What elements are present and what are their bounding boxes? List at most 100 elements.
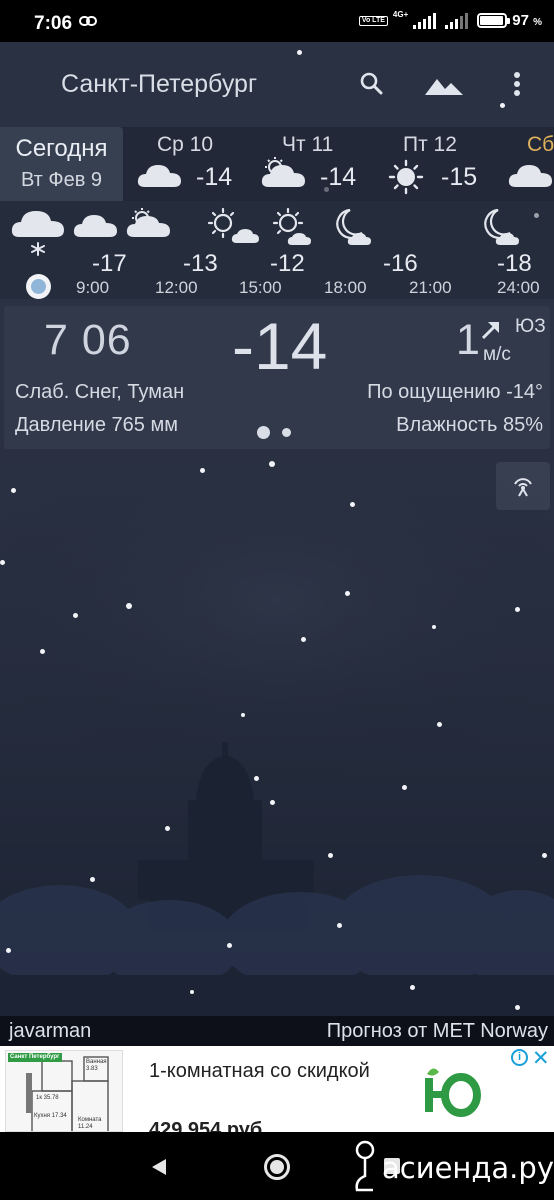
snowflake (165, 826, 170, 831)
network-type: 4G+ (392, 10, 409, 19)
snowflake (11, 488, 16, 493)
back-icon[interactable] (150, 1158, 168, 1176)
page-indicator (257, 426, 291, 439)
wind-direction: ЮЗ (515, 316, 546, 337)
day-item[interactable]: Ср 10 -14 (137, 127, 257, 201)
snowflake (190, 990, 194, 994)
sun-icon (388, 159, 424, 195)
snowflake (432, 625, 436, 629)
search-icon[interactable] (352, 66, 392, 102)
sun-cloud-icon (272, 207, 311, 245)
snowflake (241, 713, 245, 717)
cloud-icon (508, 165, 552, 187)
photo-author[interactable]: javarman (9, 1020, 91, 1043)
snowflake (126, 603, 132, 609)
hour-temp: -16 (383, 250, 418, 277)
day-item[interactable]: Пт 12 -15 (385, 127, 505, 201)
snowflake (515, 607, 520, 612)
snowflake (437, 722, 442, 727)
radar-button[interactable] (496, 462, 550, 510)
snowflake (227, 943, 232, 948)
hour-time: 9:00 (76, 278, 110, 297)
day-name: Ср 10 (157, 133, 214, 156)
ad-headline[interactable]: 1-комнатная со скидкой (149, 1058, 370, 1085)
snowflake (270, 800, 275, 805)
status-bar: 7:06 Vo LTE 4G+ 97 % (0, 0, 554, 42)
day-temp: -14 (320, 163, 357, 191)
feels-like: По ощущению -14° (367, 381, 543, 403)
hour-time: 15:00 (239, 278, 282, 297)
condition-text: Слаб. Снег, Туман (15, 381, 185, 403)
ad-close-button[interactable]: ✕ (532, 1046, 550, 1071)
more-vert-icon[interactable] (497, 66, 537, 102)
snowflake (542, 853, 547, 858)
day-today[interactable]: Сегодня Вт Фев 9 (0, 127, 123, 201)
day-temp: -15 (441, 163, 478, 191)
sun-cloud-icon (207, 207, 259, 243)
hour-time: 18:00 (324, 278, 367, 297)
signal-icon (445, 12, 469, 29)
cloud-icon (137, 165, 181, 187)
hour-temp: -13 (183, 250, 218, 277)
ad-banner[interactable]: Санкт Петербург Кухня 17.34 Комната 11.2… (0, 1046, 554, 1132)
current-hour-marker (26, 274, 51, 299)
snowflake (402, 785, 407, 790)
watermark-text: асиенда.ру (382, 1151, 554, 1185)
current-conditions-panel[interactable]: 7 06 -14 1 ЮЗ м/с Слаб. Снег, Туман По о… (4, 306, 550, 449)
ad-brand-logo[interactable] (417, 1064, 485, 1120)
hour-time: 24:00 (497, 278, 540, 297)
ad-info-icon[interactable]: i (511, 1049, 528, 1066)
plan-label: 1к 35.78 (36, 1095, 59, 1101)
pressure: Давление 765 мм (15, 414, 178, 436)
snowflake (269, 461, 275, 467)
snowflake (410, 985, 415, 990)
snowflake (40, 649, 45, 654)
day-today-date: Вт Фев 9 (20, 169, 103, 191)
hour-time: 12:00 (155, 278, 198, 297)
landscape-icon[interactable] (421, 66, 467, 102)
day-item[interactable]: Сб (507, 127, 554, 201)
radar-icon (514, 478, 532, 497)
ad-price[interactable]: 429 954 руб (149, 1120, 262, 1132)
city-title[interactable]: Санкт-Петербург (61, 70, 257, 99)
page-dot-active (257, 426, 270, 439)
snowflake (73, 613, 78, 618)
daily-forecast-strip: Сегодня Вт Фев 9 Ср 10 -14 Чт 11 -14 Пт … (0, 127, 554, 201)
snowflake (6, 948, 11, 953)
snowflake (337, 923, 342, 928)
page-dot (282, 428, 291, 437)
snow-cloud-icon (11, 211, 64, 256)
signal-icon (413, 12, 437, 29)
wind-speed: 1 (456, 316, 480, 364)
forecast-source[interactable]: Прогноз от MET Norway (327, 1020, 548, 1043)
current-temp: -14 (232, 309, 328, 383)
ad-floorplan-image[interactable]: Санкт Петербург Кухня 17.34 Комната 11.2… (5, 1050, 123, 1132)
credits-bar: javarman Прогноз от MET Norway (0, 1016, 554, 1046)
current-time: 7 06 (44, 316, 132, 364)
snowflake (301, 637, 306, 642)
day-name: Чт 11 (282, 133, 334, 156)
watermark: асиенда.ру (352, 1140, 554, 1196)
snowflake (200, 468, 205, 473)
volte-badge: Vo LTE (358, 15, 388, 26)
day-temp: -14 (196, 163, 233, 191)
partly-cloudy-day-icon (126, 208, 170, 237)
plan-label: Кухня 17.34 (34, 1113, 67, 1119)
day-name: Пт 12 (403, 133, 457, 156)
snowflake (345, 591, 350, 596)
day-today-label: Сегодня (15, 135, 108, 162)
moon-cloud-icon (336, 208, 371, 245)
day-item[interactable]: Чт 11 -14 (261, 127, 381, 201)
ad-city-badge: Санкт Петербург (8, 1053, 62, 1062)
battery-icon (477, 13, 511, 28)
snowflake (254, 776, 259, 781)
app-bar: Санкт-Петербург (0, 42, 554, 126)
snowflake (350, 502, 355, 507)
link-icon (79, 16, 97, 26)
home-button[interactable] (264, 1154, 290, 1180)
snowflake (0, 560, 5, 565)
humidity: Влажность 85% (396, 414, 543, 436)
hour-temp: -12 (270, 250, 305, 277)
cloud-icon (73, 215, 117, 237)
day-name: Сб (527, 133, 554, 156)
